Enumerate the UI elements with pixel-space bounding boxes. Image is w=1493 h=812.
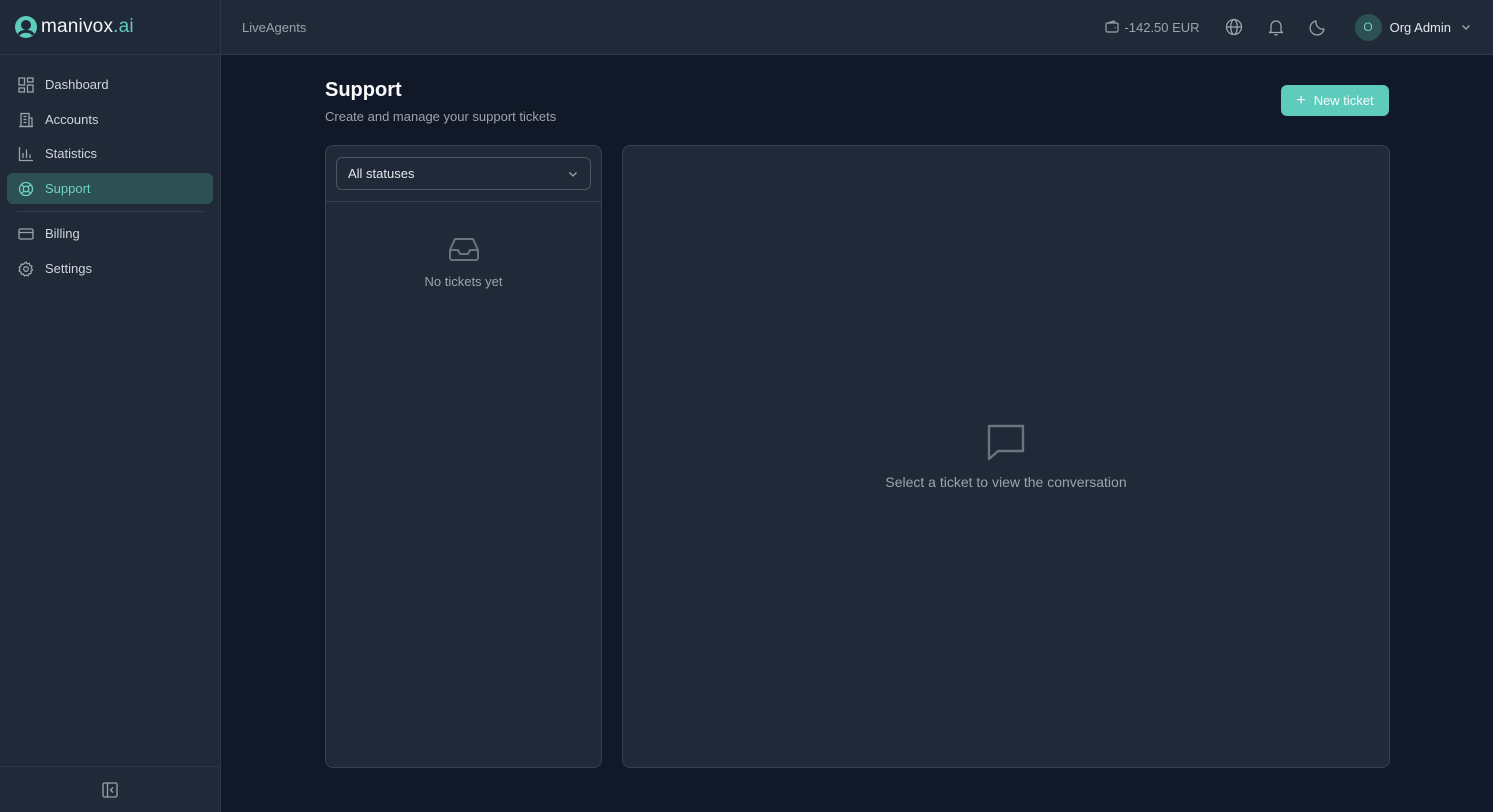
sidebar-item-support[interactable]: Support	[7, 173, 213, 204]
new-ticket-label: New ticket	[1313, 93, 1374, 108]
brand-name: manivox.ai	[41, 16, 134, 37]
dashboard-icon	[18, 76, 34, 93]
sidebar-footer	[0, 766, 220, 812]
top-bar: LiveAgents -142.50 EUR O Org Admin	[221, 0, 1493, 55]
status-filter-select[interactable]: All statuses	[336, 157, 591, 190]
building-icon	[18, 112, 34, 128]
sidebar-item-label: Dashboard	[45, 77, 109, 92]
balance-amount: -142.50 EUR	[1124, 19, 1200, 35]
empty-ticket-list: No tickets yet	[326, 202, 601, 289]
brand-logo-icon	[14, 15, 38, 39]
sidebar-item-label: Statistics	[45, 146, 98, 161]
inbox-icon	[447, 232, 481, 266]
wallet-icon	[1105, 20, 1120, 34]
chevron-down-icon	[567, 168, 579, 180]
plus-icon: +	[1296, 91, 1306, 109]
chevron-down-icon	[1460, 21, 1472, 33]
status-filter-value: All statuses	[348, 166, 415, 181]
conversation-panel: Select a ticket to view the conversation	[622, 145, 1390, 768]
sidebar-item-dashboard[interactable]: Dashboard	[7, 69, 213, 100]
ticket-list-panel: All statuses No tickets yet	[325, 145, 602, 768]
moon-icon[interactable]	[1309, 18, 1327, 36]
bell-icon[interactable]	[1267, 18, 1285, 36]
user-menu[interactable]: O Org Admin	[1354, 13, 1472, 41]
sidebar-item-label: Support	[45, 181, 91, 196]
sidebar-item-statistics[interactable]: Statistics	[7, 138, 213, 169]
globe-icon[interactable]	[1225, 18, 1243, 36]
balance-display[interactable]: -142.50 EUR	[1105, 19, 1200, 35]
sidebar-item-label: Settings	[45, 261, 92, 276]
sidebar-item-accounts[interactable]: Accounts	[7, 104, 213, 135]
lifebuoy-icon	[18, 181, 34, 197]
empty-list-text: No tickets yet	[424, 274, 503, 289]
sidebar-item-billing[interactable]: Billing	[7, 218, 213, 249]
gear-icon	[18, 260, 34, 277]
page-title: Support	[325, 79, 402, 101]
user-name: Org Admin	[1389, 19, 1451, 35]
empty-conversation: Select a ticket to view the conversation	[623, 420, 1389, 490]
empty-conversation-text: Select a ticket to view the conversation	[885, 474, 1127, 490]
credit-card-icon	[18, 226, 34, 242]
sidebar-item-label: Accounts	[45, 112, 99, 127]
avatar: O	[1354, 13, 1382, 41]
new-ticket-button[interactable]: + New ticket	[1281, 85, 1389, 116]
sidebar-item-label: Billing	[45, 226, 80, 241]
logo[interactable]: manivox.ai	[0, 0, 220, 55]
sidebar-divider	[17, 211, 203, 212]
sidebar-item-settings[interactable]: Settings	[7, 253, 213, 284]
message-icon	[984, 420, 1028, 464]
page-subtitle: Create and manage your support tickets	[325, 109, 557, 124]
org-name: LiveAgents	[242, 19, 307, 35]
sidebar: manivox.ai Dashboard Accounts Statistics…	[0, 0, 221, 812]
collapse-sidebar-icon[interactable]	[101, 781, 119, 799]
bar-chart-icon	[18, 146, 34, 162]
